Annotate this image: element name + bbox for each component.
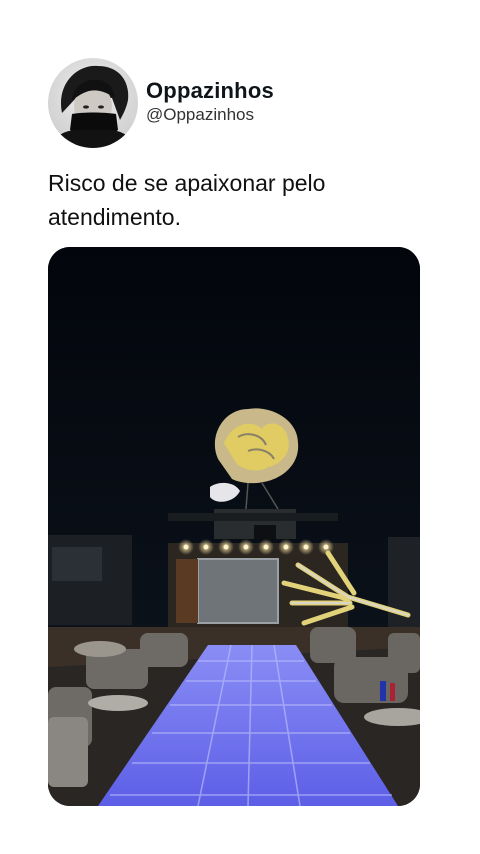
author-name[interactable]: Oppazinhos xyxy=(146,78,274,104)
tweet-text: Risco de se apaixonar pelo atendimento. xyxy=(48,170,326,230)
video-frame-icon xyxy=(48,247,420,806)
avatar[interactable] xyxy=(48,58,138,148)
author-handle[interactable]: @Oppazinhos xyxy=(146,104,274,126)
avatar-image xyxy=(50,65,136,148)
tweet-header: Oppazinhos @Oppazinhos xyxy=(48,58,274,148)
tweet-media[interactable] xyxy=(48,247,420,806)
